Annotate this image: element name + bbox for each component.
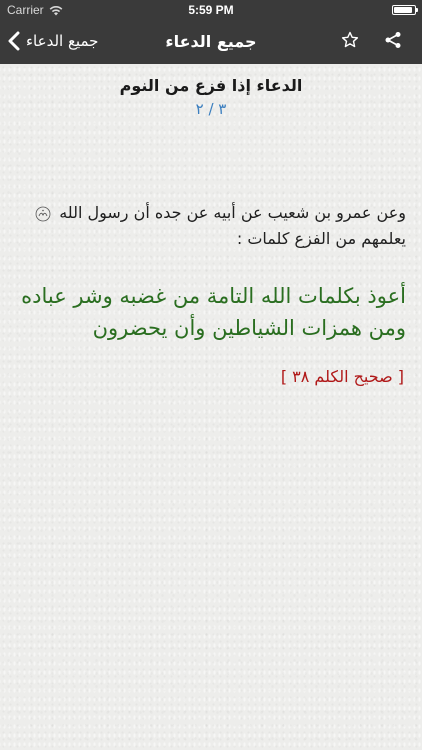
dua-text: أعوذ بكلمات الله التامة من غضبه وشر عباد… [21,284,406,340]
star-icon[interactable] [341,31,359,49]
narration-text: وعن عمرو بن شعيب عن أبيه عن جده أن رسول … [20,200,406,252]
share-icon[interactable] [384,31,402,49]
dua-title: الدعاء إذا فزع من النوم [119,76,303,95]
battery-icon [392,5,418,15]
navigation-bar: جميع الدعاء جميع الدعاء [0,20,422,64]
paper-background [0,64,422,750]
source-reference: [ صحيح الكلم ٣٨ ] [280,367,404,386]
dua-counter: ٣ / ٢ [195,100,227,118]
top-bar: Carrier 5:59 PM جميع الدعاء جميع الدعاء [0,0,422,64]
status-bar: Carrier 5:59 PM [0,0,422,20]
status-time: 5:59 PM [188,3,234,17]
narration-part-1: وعن عمرو بن شعيب عن أبيه عن جده أن رسول … [59,203,406,222]
battery-level [394,7,412,13]
salawat-icon [35,206,51,221]
narration-part-2: يعلمهم من الفزع كلمات : [236,229,406,248]
